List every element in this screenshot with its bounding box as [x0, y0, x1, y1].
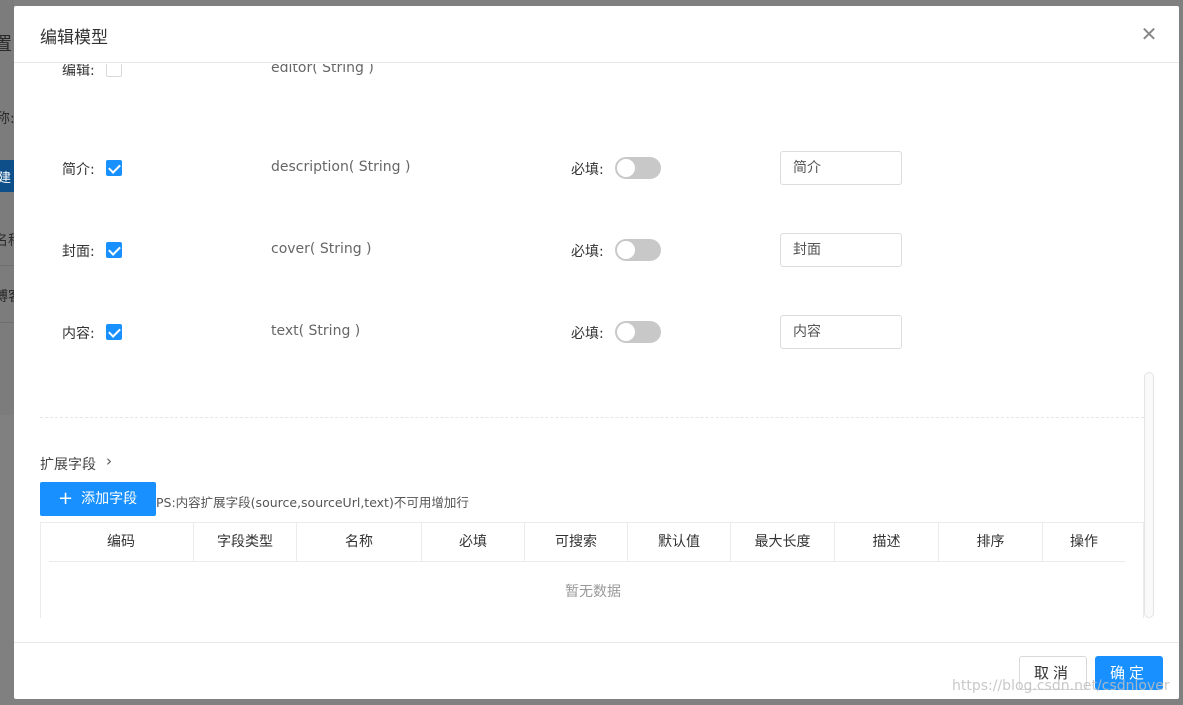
required-switch[interactable] — [615, 157, 661, 179]
column-header: 默认值 — [628, 523, 731, 562]
field-label: 封面: — [62, 244, 95, 260]
background-strip — [0, 0, 14, 415]
field-row-text: 内容: text( String ) 必填: 内容 — [14, 315, 1179, 349]
bg-fragment: 称: — [0, 111, 15, 127]
field-alias-input[interactable]: 封面 — [780, 233, 902, 267]
extension-section-title[interactable]: 扩展字段 — [40, 454, 96, 474]
field-name: text( String ) — [271, 323, 361, 339]
column-header: 字段类型 — [194, 523, 297, 562]
column-header: 描述 — [835, 523, 939, 562]
field-name: description( String ) — [271, 159, 411, 175]
field-checkbox[interactable] — [106, 324, 122, 340]
field-label: 简介: — [62, 162, 95, 178]
required-label: 必填: — [571, 244, 604, 260]
add-field-button[interactable]: + 添加字段 — [40, 482, 156, 516]
field-row-description: 简介: description( String ) 必填: 简介 — [14, 151, 1179, 185]
field-alias-input[interactable]: 内容 — [780, 315, 902, 349]
field-checkbox[interactable] — [106, 64, 122, 77]
column-header: 编码 — [49, 523, 194, 562]
chevron-right-icon[interactable]: › — [106, 452, 112, 470]
bg-divider — [0, 322, 14, 323]
field-checkbox[interactable] — [106, 242, 122, 258]
close-icon[interactable]: ✕ — [1139, 24, 1159, 44]
required-label: 必填: — [571, 162, 604, 178]
required-switch[interactable] — [615, 321, 661, 343]
bg-create-button: 建 — [0, 160, 14, 192]
modal-header: 编辑模型 ✕ — [14, 6, 1179, 63]
column-header: 名称 — [297, 523, 422, 562]
required-label: 必填: — [571, 326, 604, 342]
field-checkbox[interactable] — [106, 160, 122, 176]
watermark: https://blog.csdn.net/csdnlover — [952, 678, 1170, 694]
field-row-cover: 封面: cover( String ) 必填: 封面 — [14, 233, 1179, 267]
extension-note: PS:内容扩展字段(source,sourceUrl,text)不可用增加行 — [156, 495, 469, 510]
table-header: 编码 字段类型 名称 必填 可搜索 默认值 最大长度 描述 排序 操作 — [49, 523, 1125, 562]
bg-divider — [0, 265, 14, 266]
field-alias-input[interactable]: 简介 — [780, 151, 902, 185]
modal-body: 编辑: editor( String ) 简介: description( St… — [14, 64, 1179, 642]
plus-icon: + — [58, 488, 74, 509]
edit-model-modal: 编辑模型 ✕ 编辑: editor( String ) 简介: descript… — [14, 6, 1179, 699]
field-row-editor: 编辑: editor( String ) — [14, 64, 1179, 86]
modal-title: 编辑模型 — [40, 28, 108, 48]
column-header: 最大长度 — [731, 523, 835, 562]
extension-table: 编码 字段类型 名称 必填 可搜索 默认值 最大长度 描述 排序 操作 暂无数据 — [40, 522, 1144, 618]
section-divider — [40, 417, 1144, 418]
column-header: 操作 — [1070, 534, 1098, 550]
field-name: cover( String ) — [271, 241, 372, 257]
column-header: 排序 — [939, 523, 1043, 562]
required-switch[interactable] — [615, 239, 661, 261]
field-label: 编辑: — [62, 64, 95, 79]
bg-fragment: 置 — [0, 34, 12, 55]
add-field-label: 添加字段 — [81, 491, 138, 507]
table-empty-text: 暂无数据 — [565, 584, 621, 600]
column-header: 可搜索 — [525, 523, 628, 562]
field-label: 内容: — [62, 326, 95, 342]
bg-fragment: 建 — [0, 171, 12, 186]
field-name: editor( String ) — [271, 64, 374, 76]
scrollbar[interactable] — [1144, 372, 1154, 618]
column-header: 必填 — [422, 523, 525, 562]
